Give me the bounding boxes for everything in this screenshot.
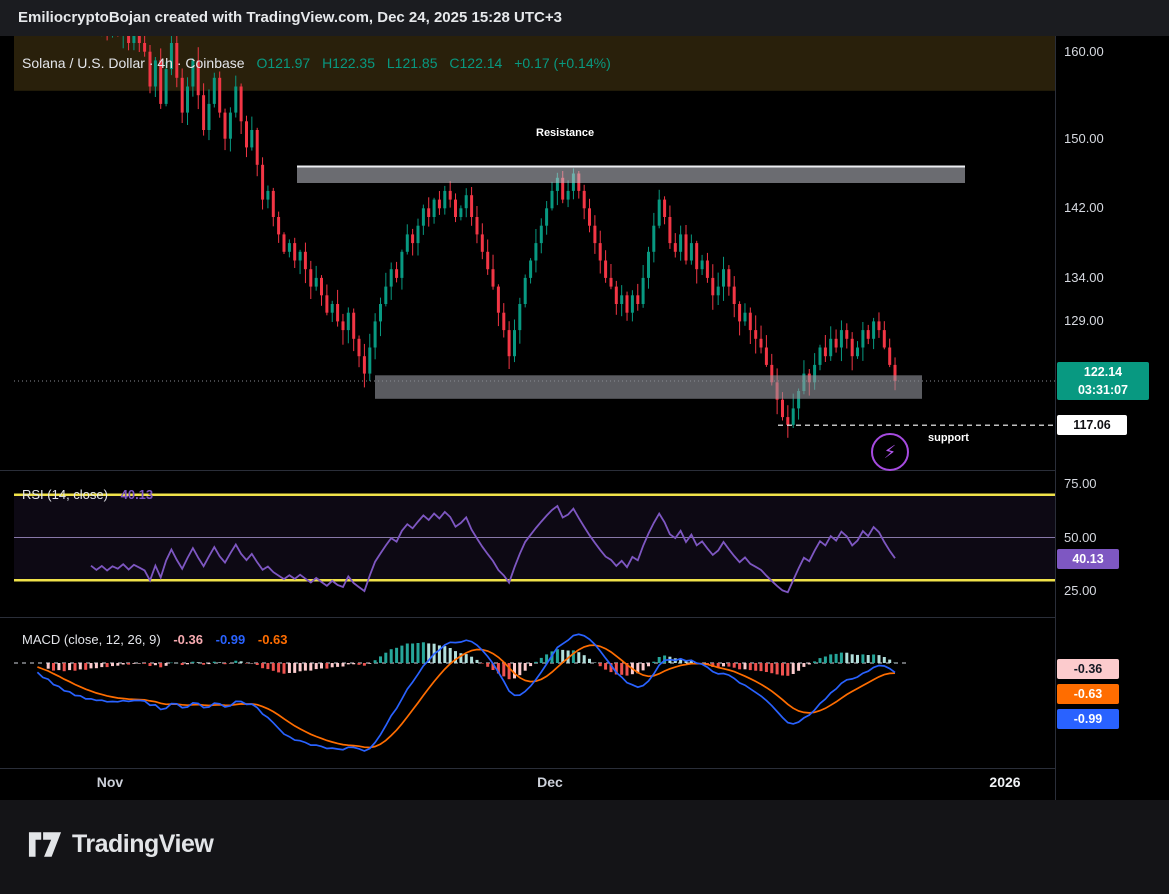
ohlc-open: O121.97 (256, 55, 310, 71)
macd-value-badge: -0.63 (1057, 684, 1119, 704)
tradingview-logo-icon (28, 831, 62, 858)
rsi-label[interactable]: RSI (14, close) (22, 487, 108, 502)
symbol-legend: Solana / U.S. Dollar · 4h · Coinbase O12… (22, 55, 611, 71)
last-price-value: 122.14 (1057, 363, 1149, 381)
last-price-badge: 122.14 03:31:07 (1057, 362, 1149, 400)
rsi-pane[interactable] (0, 471, 1055, 617)
rsi-scale-tick: 50.00 (1064, 530, 1097, 546)
rsi-scale-tick: 25.00 (1064, 583, 1097, 599)
lightning-glyph: ⚡ (884, 443, 897, 461)
macd-signal-value: -0.63 (258, 632, 288, 647)
footer: TradingView (0, 800, 1169, 894)
resistance-label[interactable]: Resistance (536, 127, 594, 139)
tradingview-chart-snapshot: EmiliocryptoBojan created with TradingVi… (0, 0, 1169, 894)
macd-legend: MACD (close, 12, 26, 9) -0.36 -0.99 -0.6… (22, 632, 288, 647)
macd-value-badge: -0.36 (1057, 659, 1119, 679)
axis-separator (0, 768, 1169, 769)
price-scale-tick: 160.00 (1064, 44, 1104, 60)
price-scale-tick: 129.00 (1064, 313, 1104, 329)
rsi-value-badge: 40.13 (1057, 549, 1119, 569)
bar-countdown: 03:31:07 (1057, 381, 1149, 399)
brand-name: TradingView (72, 830, 213, 859)
pane-separator[interactable] (0, 470, 1169, 471)
ohlc-high: H122.35 (322, 55, 375, 71)
macd-hist-value: -0.36 (173, 632, 203, 647)
price-scale-tick: 134.00 (1064, 270, 1104, 286)
price-chart-canvas[interactable] (0, 36, 1055, 470)
rsi-value: 40.13 (121, 487, 154, 502)
axis-label-2026: 2026 (981, 774, 1029, 790)
macd-line-value: -0.99 (216, 632, 246, 647)
symbol-title[interactable]: Solana / U.S. Dollar · 4h · Coinbase (22, 55, 245, 71)
rsi-legend: RSI (14, close) 40.13 (22, 487, 153, 502)
macd-value-badge: -0.99 (1057, 709, 1119, 729)
attribution-text: EmiliocryptoBojan created with TradingVi… (18, 9, 562, 26)
ohlc-low: L121.85 (387, 55, 438, 71)
price-scale[interactable]: 122.14 03:31:07 117.06 40.13 160.00 150.0… (1055, 36, 1169, 800)
attribution-bar: EmiliocryptoBojan created with TradingVi… (0, 0, 1169, 36)
rsi-chart-canvas[interactable] (0, 471, 1055, 617)
price-scale-tick: 142.00 (1064, 200, 1104, 216)
macd-label[interactable]: MACD (close, 12, 26, 9) (22, 632, 161, 647)
axis-label-dec: Dec (526, 774, 574, 790)
price-scale-tick: 150.00 (1064, 131, 1104, 147)
rsi-scale-tick: 75.00 (1064, 476, 1097, 492)
support-label[interactable]: support (928, 432, 969, 444)
axis-label-nov: Nov (86, 774, 134, 790)
pane-separator[interactable] (0, 617, 1169, 618)
low-price-badge: 117.06 (1057, 415, 1127, 435)
price-pane[interactable] (0, 36, 1055, 470)
tradingview-brand[interactable]: TradingView (28, 830, 213, 859)
price-change: +0.17 (+0.14%) (514, 55, 611, 71)
lightning-icon[interactable]: ⚡ (871, 433, 909, 471)
ohlc-close: C122.14 (449, 55, 502, 71)
